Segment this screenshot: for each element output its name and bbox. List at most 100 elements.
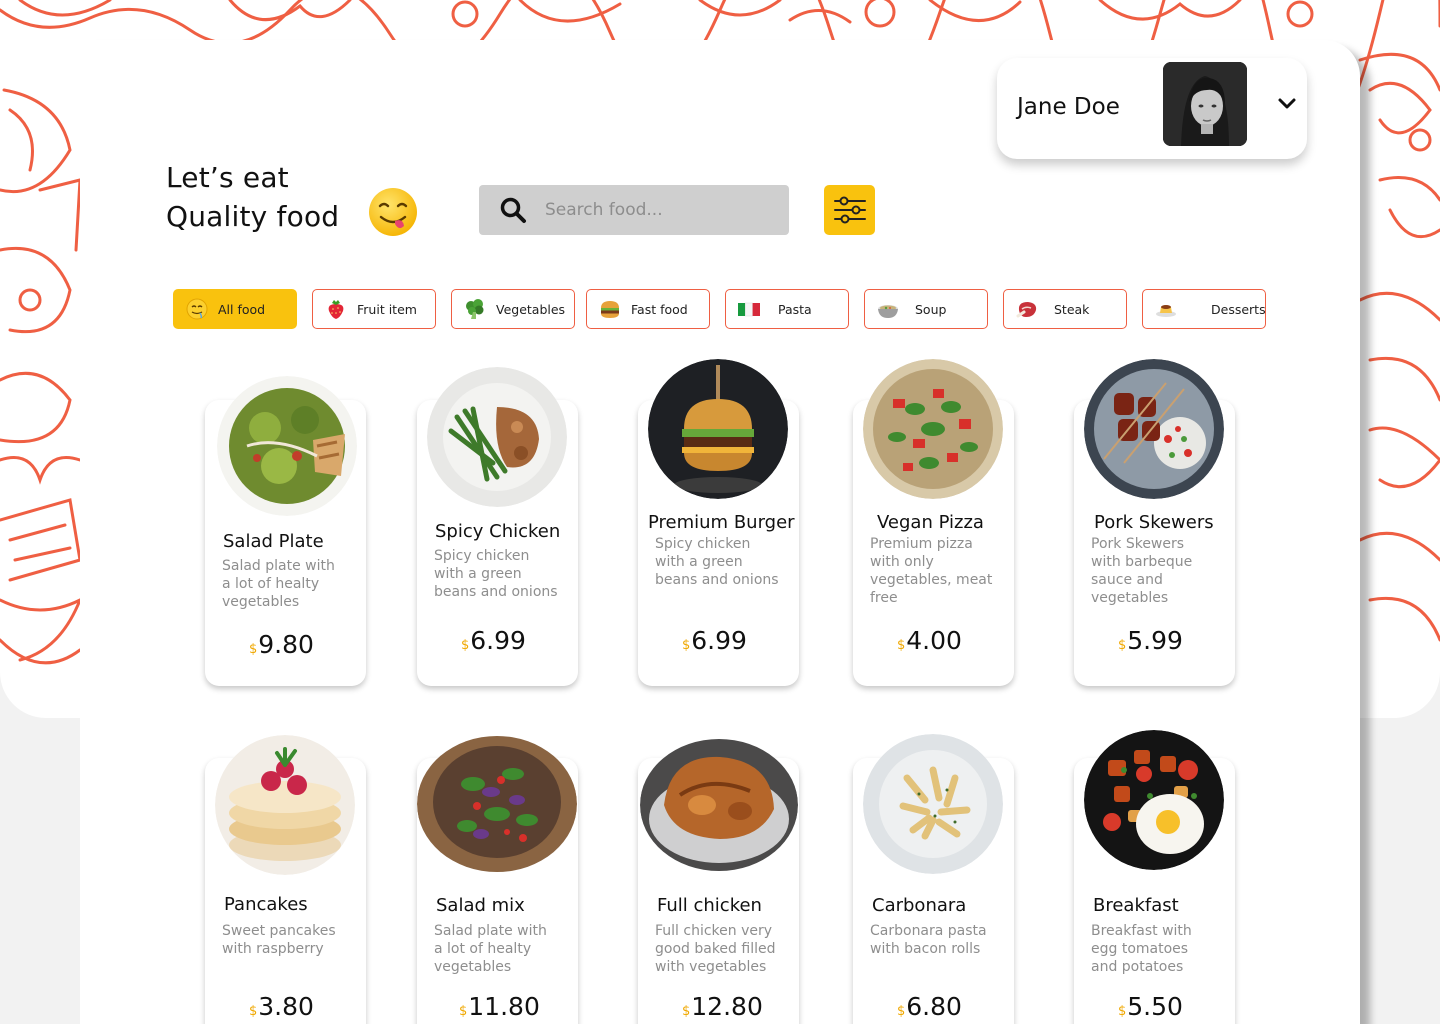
food-card-breakfast[interactable]: Breakfast Breakfast with egg tomatoes an… xyxy=(1074,730,1235,1024)
price-value: 5.50 xyxy=(1127,992,1183,1021)
food-description: Carbonara pasta with bacon rolls xyxy=(870,923,987,957)
vegan-pizza-image xyxy=(863,359,1003,499)
category-all-food[interactable]: All food xyxy=(173,289,297,329)
food-name: Pancakes xyxy=(224,894,308,915)
food-card-pancakes[interactable]: Pancakes Sweet pancakes with raspberry $… xyxy=(205,735,366,1024)
food-image-carbonara xyxy=(863,734,1003,874)
salad-mix-image xyxy=(417,736,577,872)
category-label: Pasta xyxy=(778,301,812,317)
category-label: Soup xyxy=(915,301,947,317)
category-steak[interactable]: Steak xyxy=(1003,289,1127,329)
premium-burger-image xyxy=(648,359,788,499)
salad-plate-image xyxy=(217,376,357,516)
filter-button[interactable] xyxy=(824,185,875,235)
food-price: $9.80 xyxy=(249,630,314,659)
food-description: Premium pizza with only vegetables, meat… xyxy=(870,536,993,606)
main-panel: Jane Doe Let’s eat Quality food Search f… xyxy=(80,40,1360,1024)
food-price: $5.99 xyxy=(1118,626,1183,655)
price-value: 11.80 xyxy=(468,992,540,1021)
food-image-premium-burger xyxy=(648,359,788,499)
food-image-pork-skewers xyxy=(1084,359,1224,499)
currency-symbol: $ xyxy=(897,1004,906,1019)
food-card-premium-burger[interactable]: Premium Burger Spicy chicken with a gree… xyxy=(638,359,799,686)
soup-bowl-icon xyxy=(878,305,898,318)
food-image-pancakes xyxy=(215,735,355,875)
category-label: Fast food xyxy=(631,301,688,317)
price-value: 12.80 xyxy=(691,992,763,1021)
food-description: Spicy chicken with a green beans and oni… xyxy=(655,536,779,588)
search-input[interactable] xyxy=(545,200,765,220)
category-pasta[interactable]: Pasta xyxy=(725,289,849,329)
food-description: Sweet pancakes with raspberry xyxy=(222,923,336,957)
food-image-salad-mix xyxy=(417,734,577,874)
food-image-breakfast xyxy=(1084,730,1224,870)
price-value: 5.99 xyxy=(1127,626,1183,655)
italy-flag-icon xyxy=(738,302,760,317)
food-image-spicy-chicken xyxy=(427,367,567,507)
category-desserts[interactable]: Desserts xyxy=(1142,289,1266,329)
sliders-icon xyxy=(833,196,866,224)
burger-icon xyxy=(601,301,619,318)
pork-skewers-image xyxy=(1084,359,1224,499)
food-image-vegan-pizza xyxy=(863,359,1003,499)
food-price: $5.50 xyxy=(1118,992,1183,1021)
category-label: Steak xyxy=(1054,301,1090,317)
food-price: $6.99 xyxy=(682,626,747,655)
currency-symbol: $ xyxy=(459,1004,468,1019)
food-description: Breakfast with egg tomatoes and potatoes xyxy=(1091,923,1192,975)
food-card-pork-skewers[interactable]: Pork Skewers Pork Skewers with barbeque … xyxy=(1074,359,1235,686)
category-vegetables[interactable]: Vegetables xyxy=(451,289,575,329)
currency-symbol: $ xyxy=(682,638,691,653)
food-card-carbonara[interactable]: Carbonara Carbonara pasta with bacon rol… xyxy=(853,734,1014,1024)
food-price: $3.80 xyxy=(249,992,314,1021)
food-description: Full chicken very good baked filled with… xyxy=(655,923,776,975)
food-name: Carbonara xyxy=(872,895,967,916)
food-price: $12.80 xyxy=(682,992,763,1021)
strawberry-icon xyxy=(328,300,344,319)
chevron-down-icon[interactable] xyxy=(1277,94,1297,114)
food-card-full-chicken[interactable]: Full chicken Full chicken very good bake… xyxy=(638,739,799,1024)
yum-face-icon xyxy=(369,188,417,236)
food-name: Full chicken xyxy=(657,895,762,916)
food-card-spicy-chicken[interactable]: Spicy Chicken Spicy chicken with a green… xyxy=(417,367,578,686)
currency-symbol: $ xyxy=(682,1004,691,1019)
food-name: Premium Burger xyxy=(648,512,795,533)
food-description: Spicy chicken with a green beans and oni… xyxy=(434,548,558,600)
drooling-face-icon xyxy=(186,298,208,320)
category-fruit-item[interactable]: Fruit item xyxy=(312,289,436,329)
food-price: $6.80 xyxy=(897,992,962,1021)
food-name: Salad mix xyxy=(436,895,525,916)
category-soup[interactable]: Soup xyxy=(864,289,988,329)
food-name: Vegan Pizza xyxy=(877,512,984,533)
food-name: Pork Skewers xyxy=(1094,512,1214,533)
food-description: Salad plate with a lot of healty vegetab… xyxy=(434,923,547,975)
title-line-1: Let’s eat xyxy=(166,161,289,194)
food-name: Breakfast xyxy=(1093,895,1179,916)
category-label: Vegetables xyxy=(496,301,566,317)
food-name: Spicy Chicken xyxy=(435,521,561,542)
food-card-salad-mix[interactable]: Salad mix Salad plate with a lot of heal… xyxy=(417,736,578,1024)
category-fast-food[interactable]: Fast food xyxy=(586,289,710,329)
title-line-2: Quality food xyxy=(166,200,340,233)
food-card-vegan-pizza[interactable]: Vegan Pizza Premium pizza with only vege… xyxy=(853,359,1014,686)
currency-symbol: $ xyxy=(897,638,906,653)
category-label: Desserts xyxy=(1211,301,1266,317)
avatar xyxy=(1163,62,1247,146)
search-bar[interactable] xyxy=(479,185,789,235)
price-value: 9.80 xyxy=(258,630,314,659)
price-value: 3.80 xyxy=(258,992,314,1021)
page-title: Let’s eat Quality food xyxy=(166,158,339,236)
currency-symbol: $ xyxy=(1118,638,1127,653)
search-icon[interactable] xyxy=(499,196,527,224)
currency-symbol: $ xyxy=(461,638,470,653)
food-price: $4.00 xyxy=(897,626,962,655)
broccoli-icon xyxy=(466,299,484,319)
food-price: $6.99 xyxy=(461,626,526,655)
user-profile-card[interactable]: Jane Doe xyxy=(997,58,1307,159)
food-card-salad-plate[interactable]: Salad Plate Salad plate with a lot of he… xyxy=(205,376,366,686)
category-label: All food xyxy=(218,301,266,317)
price-value: 6.99 xyxy=(691,626,747,655)
price-value: 4.00 xyxy=(906,626,962,655)
pancakes-image xyxy=(215,735,355,875)
avatar-portrait-image xyxy=(1163,62,1247,146)
